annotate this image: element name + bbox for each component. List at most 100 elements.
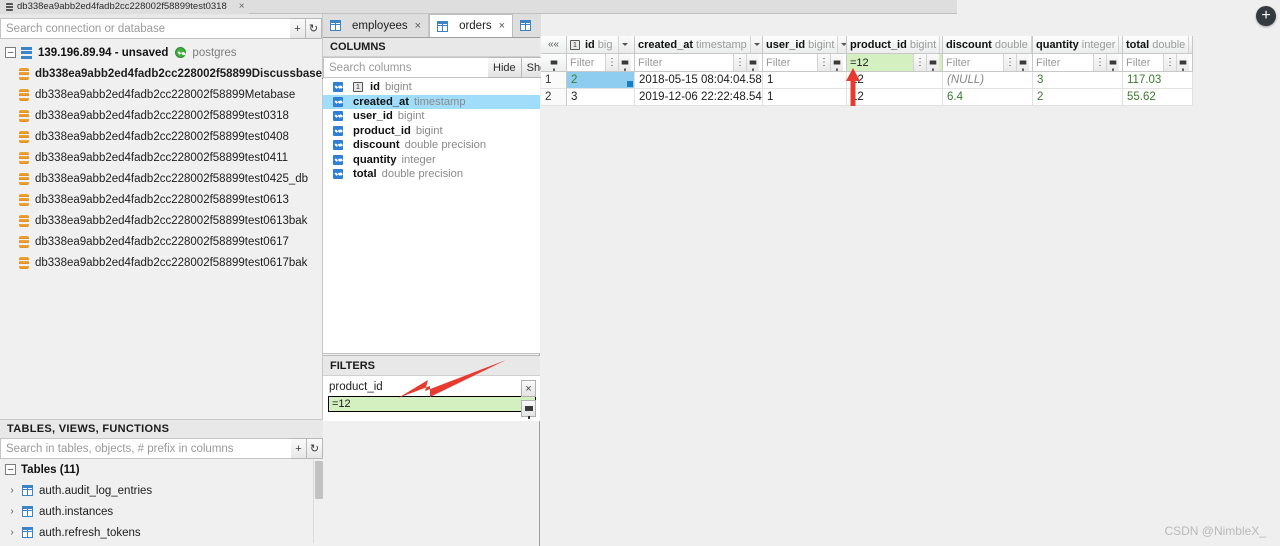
filter-apply-button[interactable] <box>830 54 843 71</box>
add-table-button[interactable]: + <box>291 438 307 459</box>
collapse-icon[interactable]: ‒ <box>5 464 16 475</box>
database-item[interactable]: db338ea9abb2ed4fadb2cc228002f58899test04… <box>0 147 322 168</box>
grid-filter-cell[interactable]: Filter ⋮ <box>1123 54 1193 72</box>
filter-apply-button[interactable] <box>1016 54 1029 71</box>
table-item[interactable]: › auth.refresh_tokens <box>0 522 323 543</box>
grid-cell[interactable]: 3 <box>567 89 635 106</box>
grid-cell[interactable]: 12 <box>847 72 943 89</box>
table-item[interactable]: › auth.instances <box>0 501 323 522</box>
database-item[interactable]: db338ea9abb2ed4fadb2cc228002f58899test06… <box>0 252 322 273</box>
refresh-tables-button[interactable]: ↻ <box>307 438 323 459</box>
column-menu-button[interactable] <box>749 36 762 53</box>
tab-orders[interactable]: orders × <box>429 14 514 37</box>
filter-menu-button[interactable]: ⋮ <box>1003 54 1016 71</box>
filter-menu-button[interactable]: ⋮ <box>1093 54 1106 71</box>
tables-search-input[interactable] <box>0 438 291 459</box>
database-item[interactable]: db338ea9abb2ed4fadb2cc228002f58899test06… <box>0 231 322 252</box>
filter-apply-button[interactable] <box>746 54 759 71</box>
database-item[interactable]: db338ea9abb2ed4fadb2cc228002f58899Metaba… <box>0 84 322 105</box>
grid-cell[interactable]: 12 <box>847 89 943 106</box>
grid-cell[interactable]: 117.03 <box>1123 72 1193 89</box>
grid-filter-cell[interactable]: Filter ⋮ <box>943 54 1033 72</box>
columns-search-input[interactable] <box>323 57 488 78</box>
close-icon[interactable]: × <box>499 20 505 32</box>
column-item[interactable]: created_at timestamp <box>323 94 540 109</box>
collapse-grid-button[interactable]: «« <box>541 36 567 54</box>
database-item[interactable]: db338ea9abb2ed4fadb2cc228002f58899Discus… <box>0 63 343 84</box>
grid-filter-cell[interactable]: Filter ⋮ <box>763 54 847 72</box>
filter-options-button[interactable] <box>521 400 536 419</box>
grid-filter-cell[interactable]: Filter ⋮ <box>635 54 763 72</box>
grid-cell[interactable]: (NULL) <box>943 72 1033 89</box>
grid-filter-cell[interactable]: Filter ⋮ <box>567 54 635 72</box>
database-tab[interactable]: db338ea9abb2ed4fadb2cc228002f58899test03… <box>0 0 249 14</box>
tab-employees[interactable]: employees × <box>323 14 430 37</box>
filter-menu-button[interactable]: ⋮ <box>605 54 618 71</box>
refresh-connections-button[interactable]: ↻ <box>306 18 322 39</box>
grid-column-header[interactable]: created_at timestamp <box>635 36 763 54</box>
add-connection-button[interactable]: + <box>290 18 306 39</box>
grid-row[interactable]: 2 3 2019-12-06 22:22:48.544 1 12 6.4 2 55.62 <box>541 89 1193 106</box>
chevron-right-icon[interactable]: › <box>6 506 18 517</box>
chevron-right-icon[interactable]: › <box>6 527 18 538</box>
column-checkbox[interactable] <box>333 125 343 136</box>
column-menu-button[interactable] <box>618 36 631 53</box>
grid-column-header[interactable]: product_id bigint <box>847 36 943 54</box>
column-checkbox[interactable] <box>333 154 343 165</box>
filter-menu-button[interactable]: ⋮ <box>817 54 830 71</box>
grid-cell[interactable]: 2 <box>567 72 635 89</box>
column-checkbox[interactable] <box>333 169 343 180</box>
database-item[interactable]: db338ea9abb2ed4fadb2cc228002f58899test06… <box>0 189 322 210</box>
column-item[interactable]: user_id bigint <box>323 109 540 124</box>
connection-server-row[interactable]: ‒ 139.196.89.94 - unsaved postgres <box>0 42 322 63</box>
filter-apply-button[interactable] <box>1176 54 1189 71</box>
grid-cell[interactable]: 2 <box>1033 89 1123 106</box>
clear-all-filters-button[interactable] <box>541 54 567 72</box>
grid-cell[interactable]: 3 <box>1033 72 1123 89</box>
filter-menu-button[interactable]: ⋮ <box>733 54 746 71</box>
database-item[interactable]: db338ea9abb2ed4fadb2cc228002f58899test04… <box>0 168 322 189</box>
column-item[interactable]: id bigint <box>323 80 540 95</box>
column-item[interactable]: product_id bigint <box>323 124 540 139</box>
grid-cell[interactable]: 2018-05-15 08:04:04.58 <box>635 72 763 89</box>
column-menu-button[interactable] <box>1188 36 1192 53</box>
column-checkbox[interactable] <box>333 96 343 107</box>
filter-apply-button[interactable] <box>618 54 631 71</box>
database-item[interactable]: db338ea9abb2ed4fadb2cc228002f58899test06… <box>0 210 322 231</box>
database-item[interactable]: db338ea9abb2ed4fadb2cc228002f58899test03… <box>0 105 322 126</box>
scrollbar-thumb[interactable] <box>315 461 323 499</box>
collapse-icon[interactable]: ‒ <box>5 47 16 58</box>
column-checkbox[interactable] <box>333 111 343 122</box>
grid-column-header[interactable]: discount double <box>943 36 1033 54</box>
grid-cell[interactable]: 2019-12-06 22:22:48.544 <box>635 89 763 106</box>
grid-cell[interactable]: 55.62 <box>1123 89 1193 106</box>
table-item[interactable]: › auth.audit_log_entries <box>0 480 323 501</box>
column-checkbox[interactable] <box>333 140 343 151</box>
filter-menu-button[interactable]: ⋮ <box>913 54 926 71</box>
grid-filter-cell[interactable]: Filter ⋮ <box>1033 54 1123 72</box>
column-item[interactable]: quantity integer <box>323 153 540 168</box>
column-item[interactable]: discount double precision <box>323 138 540 153</box>
grid-cell[interactable]: 6.4 <box>943 89 1033 106</box>
filter-apply-button[interactable] <box>1106 54 1119 71</box>
tables-group-row[interactable]: ‒ Tables (11) <box>0 459 323 480</box>
grid-filter-cell[interactable]: =12 ⋮ <box>847 54 943 72</box>
grid-cell[interactable]: 1 <box>763 89 847 106</box>
column-checkbox[interactable] <box>333 82 343 93</box>
close-icon[interactable]: × <box>239 1 245 12</box>
close-icon[interactable]: × <box>415 20 421 32</box>
filter-apply-button[interactable] <box>926 54 939 71</box>
tables-scrollbar[interactable] <box>313 459 323 543</box>
grid-row[interactable]: 122018-05-15 08:04:04.58112(NULL)3117.03 <box>541 72 1193 89</box>
column-item[interactable]: total double precision <box>323 167 540 182</box>
grid-column-header[interactable]: idbig <box>567 36 635 54</box>
grid-cell[interactable]: 1 <box>763 72 847 89</box>
grid-column-header[interactable]: user_id bigint <box>763 36 847 54</box>
hide-columns-button[interactable]: Hide <box>488 57 522 78</box>
connection-search-input[interactable] <box>0 18 290 39</box>
chevron-right-icon[interactable]: › <box>6 485 18 496</box>
grid-column-header[interactable]: total double <box>1123 36 1193 54</box>
database-item[interactable]: db338ea9abb2ed4fadb2cc228002f58899test04… <box>0 126 322 147</box>
grid-column-header[interactable]: quantity integer <box>1033 36 1123 54</box>
floating-add-button[interactable]: + <box>1256 6 1276 26</box>
